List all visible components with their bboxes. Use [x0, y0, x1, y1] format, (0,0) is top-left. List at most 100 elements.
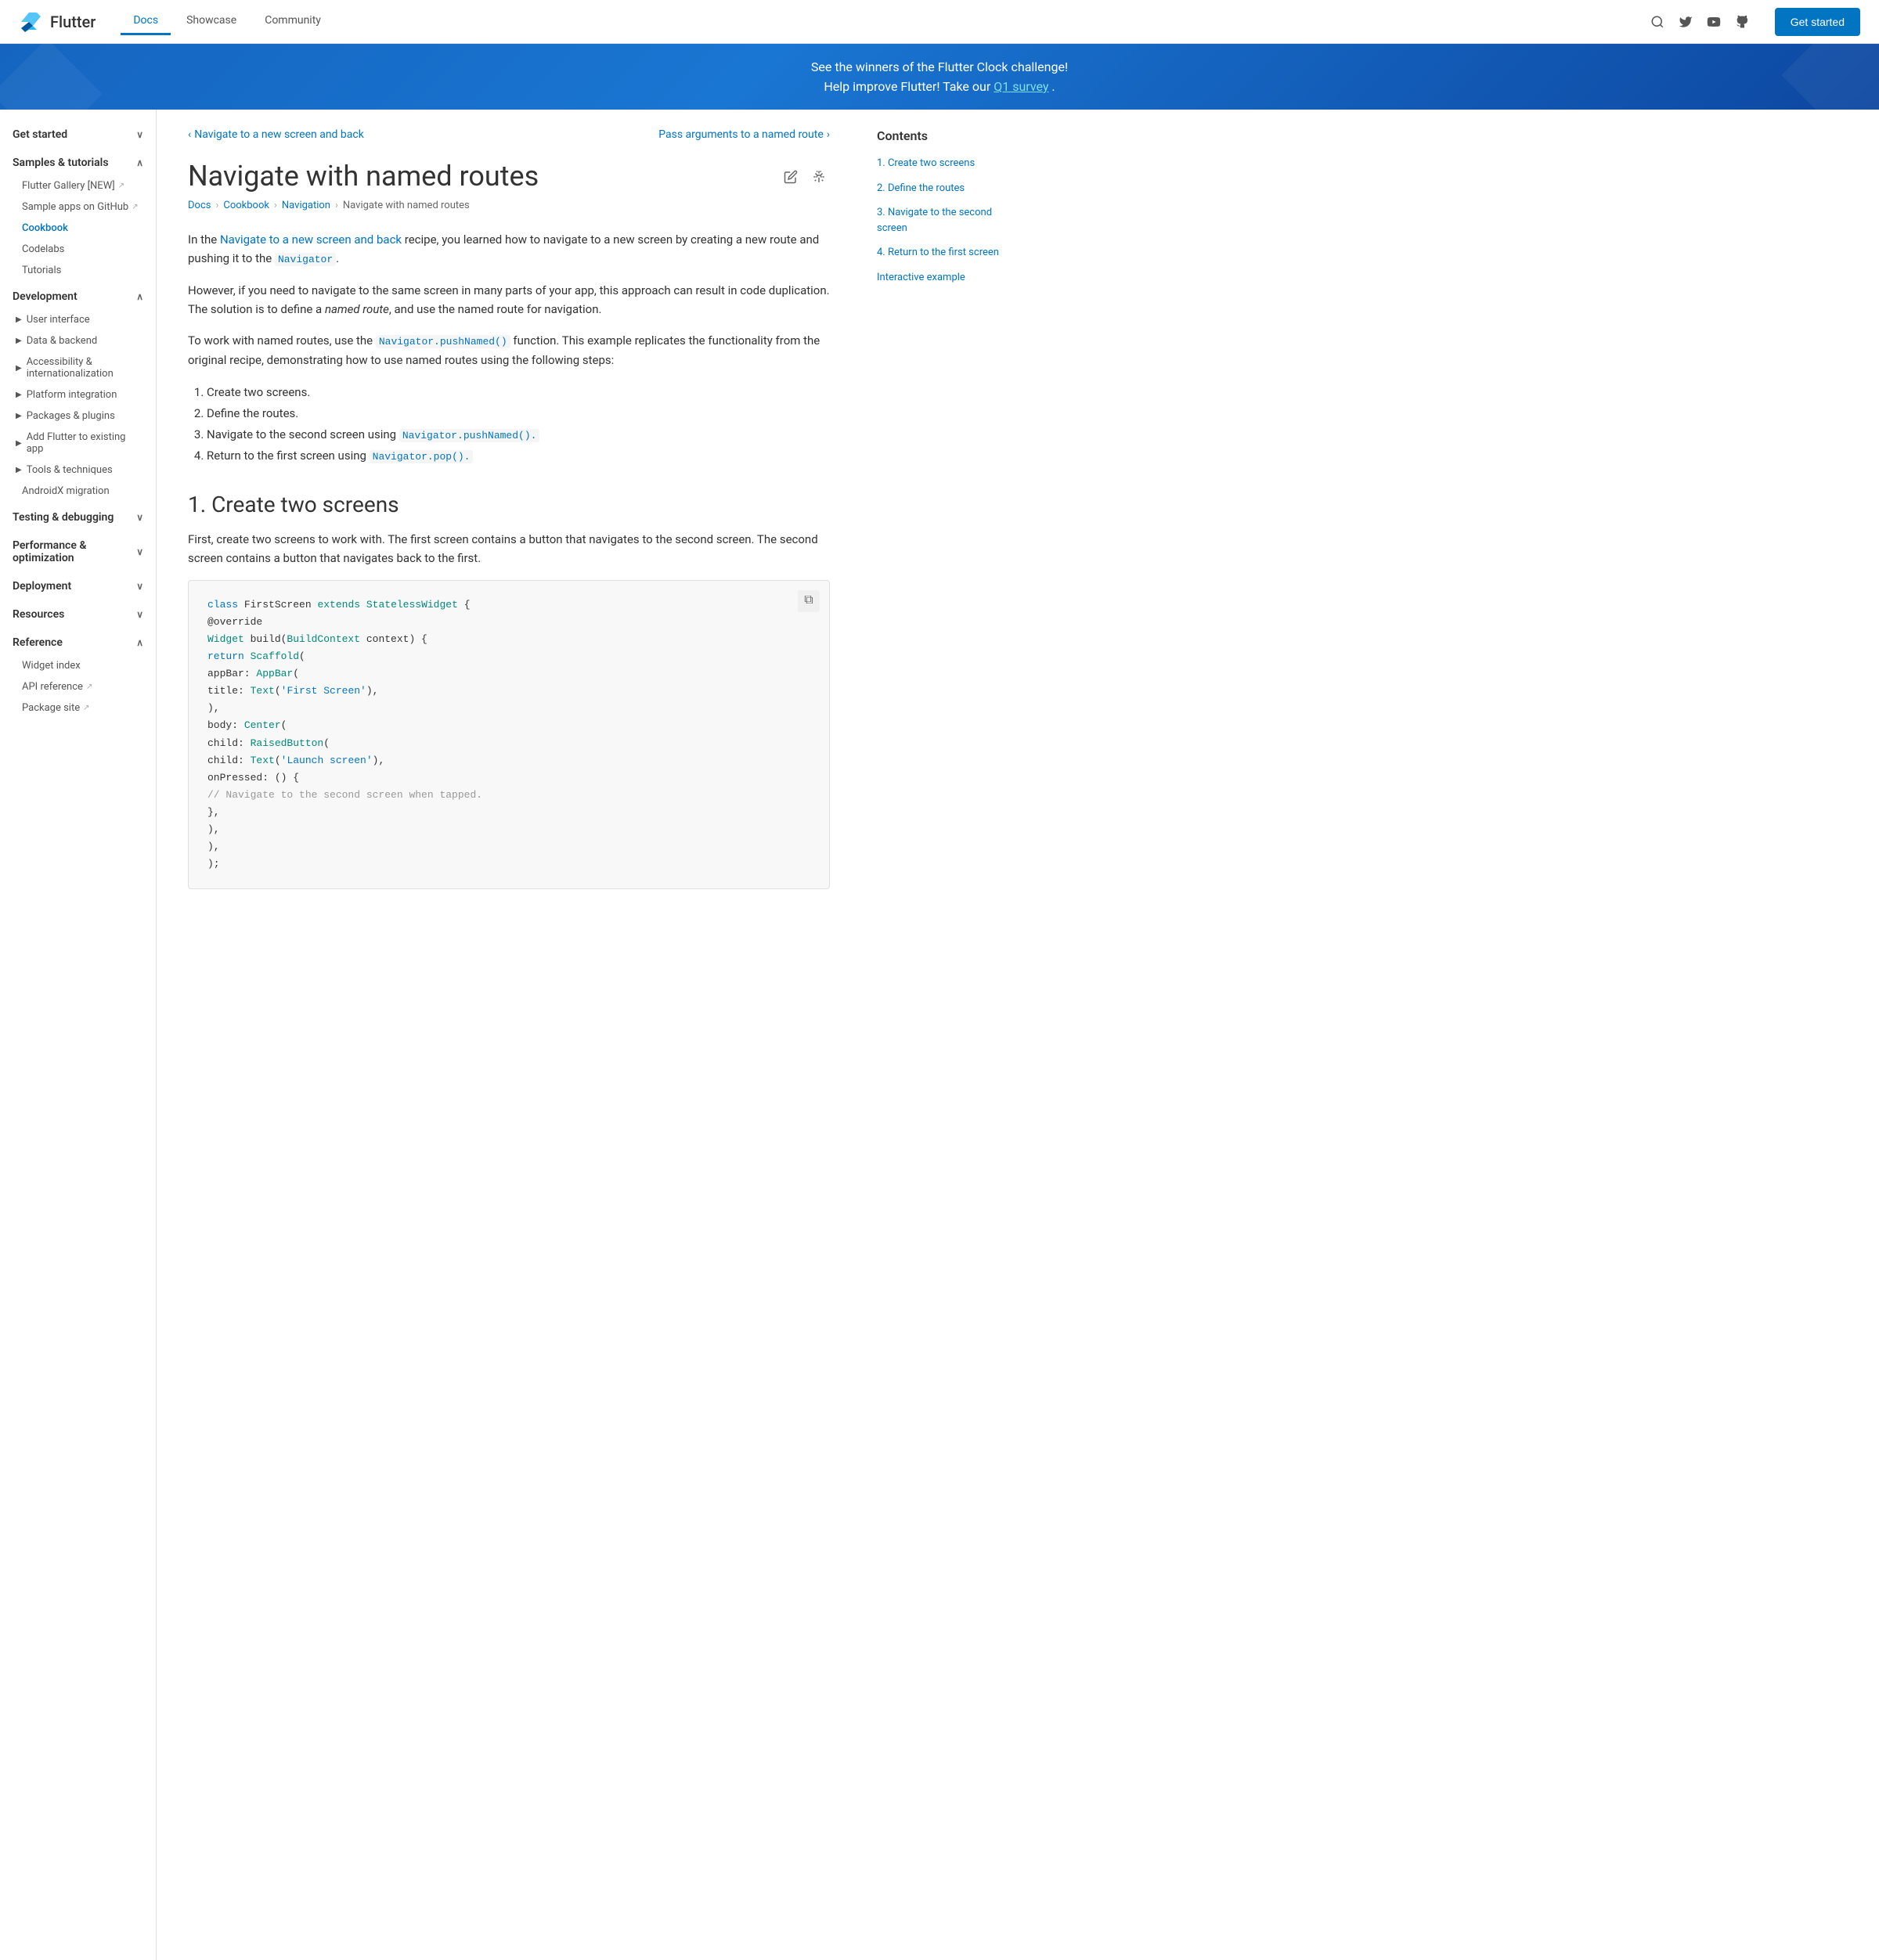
chevron-down-icon: ∨: [136, 546, 143, 557]
sidebar-section-get-started: Get started ∨: [0, 122, 156, 147]
nav-community[interactable]: Community: [252, 8, 334, 35]
edit-icon[interactable]: [780, 166, 802, 188]
sidebar-item-packages-plugins[interactable]: ▶ Packages & plugins: [0, 405, 156, 427]
sidebar-section-samples: Samples & tutorials ∧ Flutter Gallery [N…: [0, 150, 156, 281]
external-link-icon: ↗: [132, 203, 138, 211]
next-link[interactable]: Pass arguments to a named route ›: [658, 128, 830, 141]
steps-list: Create two screens. Define the routes. N…: [207, 382, 830, 467]
sidebar-item-user-interface[interactable]: ▶ User interface: [0, 309, 156, 330]
sidebar-reference-header[interactable]: Reference ∧: [0, 630, 156, 655]
sidebar-item-tutorials[interactable]: Tutorials: [0, 260, 156, 281]
sidebar-get-started-header[interactable]: Get started ∨: [0, 122, 156, 147]
code-line: onPressed: () {: [207, 769, 813, 787]
sidebar-item-widget-index[interactable]: Widget index: [0, 655, 156, 676]
sidebar-item-accessibility[interactable]: ▶ Accessibility & internationalization: [0, 351, 156, 384]
code-line: );: [207, 856, 813, 873]
arrow-right-icon: ▶: [16, 466, 22, 474]
arrow-right-icon: ▶: [16, 364, 22, 373]
sidebar-item-package-site[interactable]: Package site ↗: [0, 697, 156, 719]
code-line: child: Text('Launch screen'),: [207, 752, 813, 769]
toc-item-4[interactable]: 4. Return to the first screen: [877, 245, 1018, 261]
list-item: Return to the first screen using Navigat…: [207, 445, 830, 467]
sidebar-item-api-reference[interactable]: API reference ↗: [0, 676, 156, 697]
breadcrumb-sep: ›: [335, 200, 338, 211]
twitter-icon[interactable]: [1678, 14, 1693, 30]
sidebar-performance-header[interactable]: Performance & optimization ∨: [0, 533, 156, 571]
sidebar-deployment-header[interactable]: Deployment ∨: [0, 574, 156, 599]
list-item: Define the routes.: [207, 403, 830, 424]
sidebar-item-cookbook[interactable]: Cookbook: [0, 218, 156, 239]
banner-line2: Help improve Flutter! Take our Q1 survey…: [16, 79, 1863, 94]
prev-link[interactable]: ‹ Navigate to a new screen and back: [188, 128, 364, 141]
breadcrumb-sep: ›: [274, 200, 277, 211]
flutter-logo-icon: [19, 9, 44, 34]
right-sidebar: Contents 1. Create two screens 2. Define…: [861, 110, 1033, 1960]
intro-paragraph-3: To work with named routes, use the Navig…: [188, 331, 830, 369]
sidebar-item-platform-integration[interactable]: ▶ Platform integration: [0, 384, 156, 405]
code-line: child: RaisedButton(: [207, 735, 813, 752]
chevron-down-icon: ∨: [136, 609, 143, 620]
copy-code-button[interactable]: ⧉: [798, 590, 820, 612]
sidebar-section-reference: Reference ∧ Widget index API reference ↗…: [0, 630, 156, 719]
youtube-icon[interactable]: [1706, 14, 1722, 30]
chevron-up-icon: ∧: [136, 637, 143, 648]
sidebar-item-add-flutter[interactable]: ▶ Add Flutter to existing app: [0, 427, 156, 459]
header-icons: Get started: [1650, 8, 1860, 36]
bug-icon[interactable]: [808, 166, 830, 188]
sidebar-resources-header[interactable]: Resources ∨: [0, 602, 156, 627]
sidebar-item-sample-apps[interactable]: Sample apps on GitHub ↗: [0, 196, 156, 218]
sidebar: Get started ∨ Samples & tutorials ∧ Flut…: [0, 110, 157, 1960]
intro-paragraph-2: However, if you need to navigate to the …: [188, 281, 830, 319]
sidebar-item-flutter-gallery[interactable]: Flutter Gallery [NEW] ↗: [0, 175, 156, 196]
code-line: @override: [207, 614, 813, 631]
banner-survey-link[interactable]: Q1 survey: [994, 79, 1048, 94]
search-icon[interactable]: [1650, 14, 1665, 30]
toc-item-2[interactable]: 2. Define the routes: [877, 181, 1018, 196]
arrow-right-icon: ▶: [16, 439, 22, 448]
page-title: Navigate with named routes: [188, 160, 539, 193]
prev-next-nav: ‹ Navigate to a new screen and back Pass…: [188, 128, 830, 141]
nav-docs[interactable]: Docs: [121, 8, 171, 35]
breadcrumb-current: Navigate with named routes: [343, 200, 470, 211]
arrow-right-icon: ▶: [16, 412, 22, 420]
code-line: return Scaffold(: [207, 648, 813, 665]
sidebar-item-codelabs[interactable]: Codelabs: [0, 239, 156, 260]
sidebar-testing-header[interactable]: Testing & debugging ∨: [0, 505, 156, 530]
chevron-left-icon: ‹: [188, 128, 191, 141]
code-line: title: Text('First Screen'),: [207, 683, 813, 700]
arrow-right-icon: ▶: [16, 337, 22, 345]
breadcrumb-cookbook[interactable]: Cookbook: [223, 200, 269, 211]
list-item: Navigate to the second screen using Navi…: [207, 424, 830, 445]
flutter-logo[interactable]: Flutter: [19, 9, 96, 34]
toc-item-1[interactable]: 1. Create two screens: [877, 156, 1018, 171]
code-line: ),: [207, 821, 813, 838]
code-line: },: [207, 804, 813, 821]
get-started-button[interactable]: Get started: [1775, 8, 1860, 36]
toc-item-3[interactable]: 3. Navigate to the second screen: [877, 205, 1018, 236]
nav-showcase[interactable]: Showcase: [174, 8, 249, 35]
chevron-down-icon: ∨: [136, 581, 143, 592]
navigate-link[interactable]: Navigate to a new screen and back: [220, 232, 402, 247]
sidebar-samples-header[interactable]: Samples & tutorials ∧: [0, 150, 156, 175]
breadcrumb-navigation[interactable]: Navigation: [282, 200, 330, 211]
code-line: appBar: AppBar(: [207, 665, 813, 683]
sidebar-item-androidx[interactable]: AndroidX migration: [0, 481, 156, 502]
external-link-icon: ↗: [86, 683, 92, 691]
sidebar-section-development: Development ∧ ▶ User interface ▶ Data & …: [0, 284, 156, 502]
logo-text: Flutter: [50, 13, 96, 31]
toc-item-interactive[interactable]: Interactive example: [877, 270, 1018, 286]
announcement-banner: See the winners of the Flutter Clock cha…: [0, 44, 1879, 110]
sidebar-item-data-backend[interactable]: ▶ Data & backend: [0, 330, 156, 351]
github-icon[interactable]: [1734, 14, 1750, 30]
sidebar-item-tools-techniques[interactable]: ▶ Tools & techniques: [0, 459, 156, 481]
sidebar-development-header[interactable]: Development ∧: [0, 284, 156, 309]
breadcrumb-docs[interactable]: Docs: [188, 200, 211, 211]
code-line: Widget build(BuildContext context) {: [207, 631, 813, 648]
code-line: body: Center(: [207, 717, 813, 734]
chevron-right-icon: ›: [827, 128, 830, 141]
breadcrumb-sep: ›: [215, 200, 218, 211]
chevron-down-icon: ∧: [136, 157, 143, 168]
section-1-text: First, create two screens to work with. …: [188, 530, 830, 567]
toc-title: Contents: [877, 128, 1018, 143]
chevron-down-icon: ∨: [136, 129, 143, 140]
